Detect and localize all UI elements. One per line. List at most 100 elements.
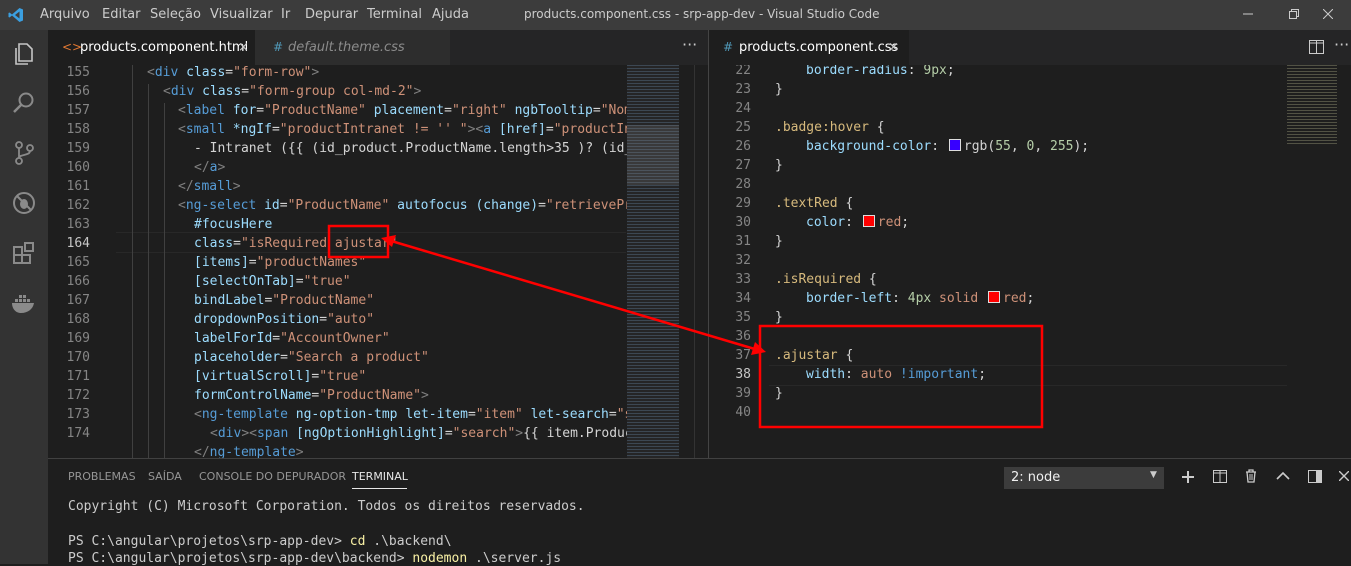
line-number: 164 [66, 236, 90, 251]
color-swatch-red[interactable] [862, 215, 875, 227]
line-number: 29 [735, 196, 751, 211]
restore-icon [1289, 9, 1299, 19]
tab-label: products.component.css [739, 40, 899, 55]
extensions-icon[interactable] [10, 239, 38, 267]
menu-ir[interactable]: Ir [281, 7, 290, 22]
line-number: 38 [735, 367, 751, 382]
css-line-33: .isRequired { [775, 272, 877, 287]
tab-default-theme-css[interactable]: # default.theme.css [255, 30, 450, 65]
menu-ajuda[interactable]: Ajuda [432, 7, 469, 22]
right-editor-tabs: # products.component.css × ··· [708, 30, 1351, 65]
css-line-39: } [775, 386, 783, 401]
code-line-169: labelForId="AccountOwner" [194, 331, 390, 346]
line-number: 168 [66, 312, 90, 327]
code-line-155: <div class="form-row"> [147, 65, 320, 80]
vertical-scrollbar[interactable] [694, 65, 708, 458]
terminal-line: Copyright (C) Microsoft Corporation. Tod… [68, 499, 585, 514]
line-number: 37 [735, 348, 751, 363]
color-swatch-red[interactable] [988, 291, 1001, 303]
search-icon[interactable] [10, 89, 38, 117]
more-actions-icon[interactable]: ··· [1334, 30, 1349, 60]
docker-icon[interactable] [10, 289, 38, 317]
code-line-159: - Intranet ({{ (id_product.ProductName.l… [194, 141, 641, 156]
panel-tab-output[interactable]: SAÍDA [148, 470, 182, 483]
more-actions-icon[interactable]: ··· [682, 30, 697, 60]
minimap[interactable] [627, 65, 679, 458]
code-line-165: [items]="productNames" [194, 255, 367, 270]
code-line-163: #focusHere [194, 217, 273, 232]
terminal-prompt: PS C:\angular\projetos\srp-app-dev> [68, 534, 350, 549]
line-number: 156 [66, 84, 90, 99]
toggle-panel-icon[interactable] [1308, 470, 1322, 483]
panel-tab-terminal[interactable]: TERMINAL [352, 470, 408, 483]
minimize-icon [1243, 13, 1253, 15]
debug-icon[interactable] [10, 189, 38, 217]
minimize-button[interactable] [1225, 0, 1271, 30]
chevron-down-icon: ▼ [1150, 470, 1157, 480]
trash-icon[interactable] [1245, 469, 1257, 483]
css-line-31: } [775, 234, 783, 249]
menu-visualizar[interactable]: Visualizar [210, 7, 273, 22]
window-title: products.component.css - srp-app-dev - V… [524, 7, 880, 21]
source-control-icon[interactable] [10, 139, 38, 167]
panel-tab-debug-console[interactable]: CONSOLE DO DEPURADOR [199, 470, 346, 483]
line-number: 155 [66, 65, 90, 80]
close-window-button[interactable] [1305, 0, 1351, 30]
minimap-slider[interactable] [627, 125, 679, 185]
menu-editar[interactable]: Editar [102, 7, 141, 22]
close-panel-icon[interactable] [1339, 471, 1349, 481]
css-line-26: background-color: rgb(55, 0, 255); [806, 139, 1090, 154]
line-number: 35 [735, 310, 751, 325]
line-number: 24 [735, 101, 751, 116]
terminal-select-value: 2: node [1011, 470, 1061, 485]
menu-terminal[interactable]: Terminal [367, 7, 422, 22]
line-number: 160 [66, 160, 90, 175]
line-number: 31 [735, 234, 751, 249]
code-line-157: <label for="ProductName" placement="righ… [178, 103, 640, 118]
menu-selecao[interactable]: Seleção [150, 7, 201, 22]
line-number: 167 [66, 293, 90, 308]
left-code-editor[interactable]: 155 156 157 158 159 160 161 162 163 164 165 166 167 1… [48, 65, 708, 458]
line-number: 173 [66, 407, 90, 422]
tab-products-component-html[interactable]: <> products.component.html × [48, 30, 255, 65]
color-swatch-blue[interactable] [948, 139, 961, 151]
css-line-37: .ajustar { [775, 348, 854, 363]
active-tab-underline [352, 488, 407, 489]
css-line-30: color: red; [806, 215, 910, 230]
indent-guide [132, 65, 133, 458]
close-icon [1322, 8, 1334, 20]
split-editor-icon[interactable] [1309, 40, 1324, 54]
split-terminal-icon[interactable] [1213, 470, 1227, 483]
tab-label: products.component.html [80, 40, 249, 55]
line-number: 30 [735, 215, 751, 230]
close-tab-icon[interactable]: × [888, 30, 899, 65]
code-line-161: </small> [178, 179, 241, 194]
right-code-editor[interactable]: border-radius: 9px; } .badge:hover { bac… [708, 65, 1351, 458]
css-line-25: .badge:hover { [775, 120, 885, 135]
minimap[interactable] [1287, 65, 1337, 458]
close-tab-icon[interactable]: × [238, 30, 249, 65]
hash-icon: # [723, 40, 734, 54]
panel-tab-problems[interactable]: PROBLEMAS [68, 470, 136, 483]
css-line-35: } [775, 310, 783, 325]
indent-guide [164, 103, 165, 458]
line-number: 163 [66, 217, 90, 232]
css-line-38: width: auto !important; [806, 367, 987, 382]
line-number: 165 [66, 255, 90, 270]
line-number: 171 [66, 369, 90, 384]
line-number: 32 [735, 253, 751, 268]
css-line-34: border-left: 4px solid red; [806, 291, 1035, 306]
code-line-174: <div><span [ngOptionHighlight]="search">… [210, 426, 641, 441]
line-number: 174 [66, 426, 90, 441]
bottom-panel: PROBLEMAS SAÍDA CONSOLE DO DEPURADOR TER… [48, 458, 1351, 566]
line-number: 170 [66, 350, 90, 365]
menu-arquivo[interactable]: Arquivo [40, 7, 90, 22]
explorer-icon[interactable] [10, 39, 38, 67]
menu-depurar[interactable]: Depurar [305, 7, 358, 22]
tab-products-component-css[interactable]: # products.component.css × [709, 30, 909, 65]
line-number: 169 [66, 331, 90, 346]
chevron-up-icon[interactable] [1276, 471, 1290, 480]
terminal-select[interactable]: 2: node ▼ [1004, 467, 1164, 489]
add-terminal-icon[interactable] [1182, 471, 1194, 483]
line-number: 28 [735, 177, 751, 192]
